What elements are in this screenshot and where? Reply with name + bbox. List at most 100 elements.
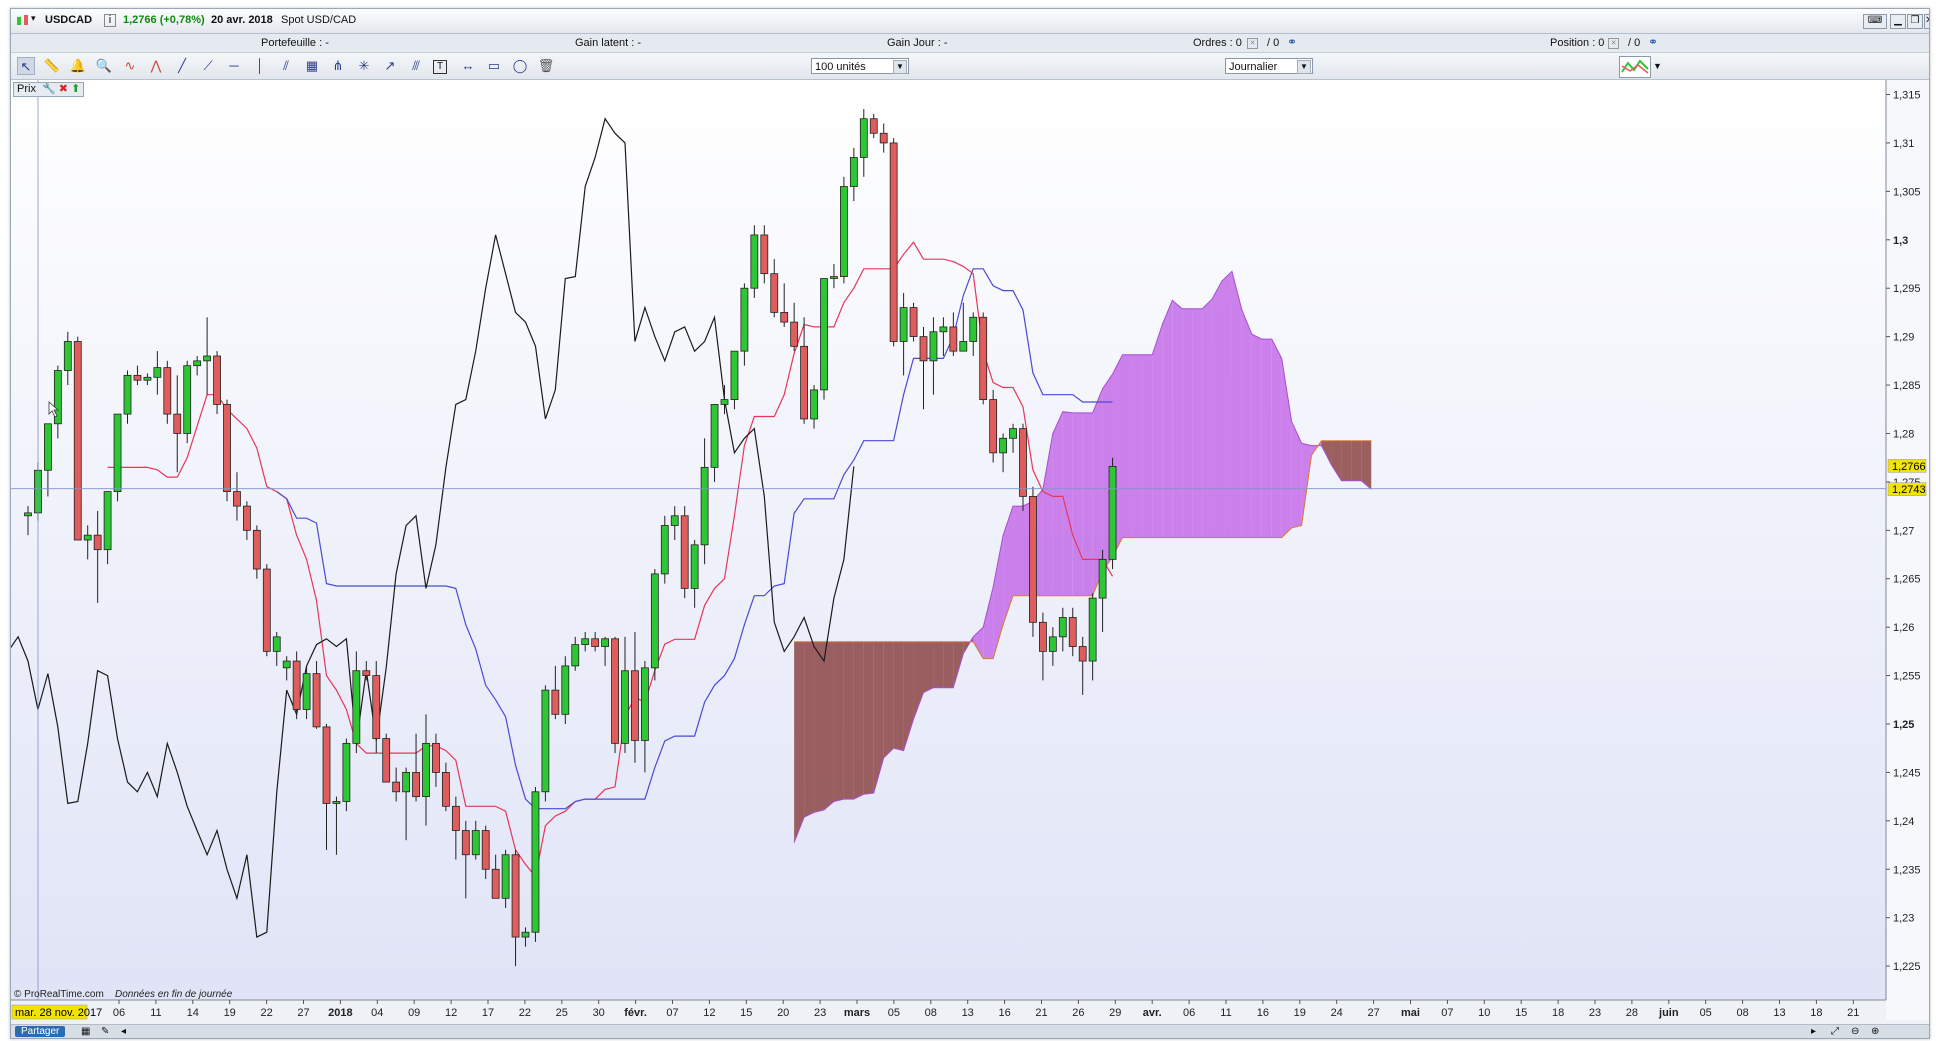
- bearish-candle[interactable]: [451, 805, 460, 831]
- close-icon[interactable]: ✕: [1924, 14, 1929, 29]
- bullish-candle[interactable]: [840, 186, 848, 277]
- share-button[interactable]: Partager: [15, 1026, 66, 1037]
- bullish-candle[interactable]: [123, 374, 132, 415]
- bullish-candle[interactable]: [750, 234, 759, 289]
- bullish-candle[interactable]: [641, 667, 649, 741]
- bullish-candle[interactable]: [820, 278, 828, 391]
- pitchfork-icon[interactable]: ⋔: [329, 57, 347, 75]
- info-icon[interactable]: i: [104, 14, 116, 27]
- bullish-candle[interactable]: [1088, 597, 1097, 662]
- bullish-candle[interactable]: [153, 367, 162, 378]
- bullish-candle[interactable]: [422, 742, 430, 798]
- bearish-candle[interactable]: [760, 234, 769, 275]
- parallel-icon[interactable]: ⫻: [407, 57, 425, 75]
- bullish-candle[interactable]: [1009, 428, 1017, 439]
- waves-icon[interactable]: ∿: [121, 57, 139, 75]
- bullish-candle[interactable]: [44, 423, 52, 471]
- add-icon[interactable]: ⬆: [71, 83, 80, 95]
- bullish-candle[interactable]: [929, 331, 938, 362]
- zoom-out-icon[interactable]: ⊖: [1851, 1026, 1859, 1037]
- bearish-candle[interactable]: [441, 772, 450, 807]
- bullish-candle[interactable]: [272, 636, 281, 652]
- bullish-candle[interactable]: [650, 573, 659, 669]
- bullish-candle[interactable]: [402, 772, 411, 793]
- bullish-candle[interactable]: [342, 742, 351, 802]
- bearish-candle[interactable]: [262, 568, 271, 652]
- bearish-candle[interactable]: [909, 307, 918, 338]
- bullish-candle[interactable]: [939, 326, 948, 333]
- bearish-candle[interactable]: [800, 345, 808, 420]
- alert-bell-icon[interactable]: 🔔: [69, 57, 87, 75]
- bullish-candle[interactable]: [531, 791, 540, 933]
- chart-tab-prix[interactable]: Prix 🔧 ✖ ⬆: [13, 82, 85, 97]
- bullish-candle[interactable]: [541, 689, 550, 793]
- bearish-candle[interactable]: [551, 689, 560, 715]
- horizontal-line-icon[interactable]: ─: [225, 57, 243, 75]
- bullish-candle[interactable]: [352, 670, 361, 744]
- bullish-candle[interactable]: [83, 534, 92, 541]
- scroll-left-icon[interactable]: ◂: [121, 1026, 126, 1037]
- bullish-candle[interactable]: [621, 670, 629, 744]
- bearish-candle[interactable]: [919, 336, 928, 362]
- bearish-candle[interactable]: [680, 515, 689, 589]
- bullish-candle[interactable]: [1108, 465, 1117, 560]
- bearish-candle[interactable]: [461, 830, 470, 856]
- bullish-candle[interactable]: [959, 341, 968, 352]
- bearish-candle[interactable]: [372, 675, 381, 739]
- restore-icon[interactable]: ❐: [1907, 14, 1923, 29]
- chevron-down-icon[interactable]: ▼: [1297, 60, 1311, 74]
- bearish-candle[interactable]: [879, 132, 888, 144]
- bearish-candle[interactable]: [93, 534, 102, 551]
- line-icon[interactable]: ⟋: [199, 57, 217, 75]
- chevron-down-icon[interactable]: ▼: [893, 60, 907, 74]
- layout-icon[interactable]: ▦: [81, 1026, 90, 1037]
- segment-icon[interactable]: ╱: [173, 57, 191, 75]
- bullish-candle[interactable]: [183, 365, 192, 434]
- bearish-candle[interactable]: [631, 670, 639, 741]
- bullish-candle[interactable]: [740, 287, 749, 352]
- bearish-candle[interactable]: [1019, 428, 1027, 497]
- bullish-candle[interactable]: [571, 644, 580, 667]
- rectangle-icon[interactable]: ▭: [485, 57, 503, 75]
- bullish-candle[interactable]: [193, 360, 202, 367]
- bullish-candle[interactable]: [859, 118, 868, 158]
- bearish-candle[interactable]: [989, 399, 998, 454]
- pin-icon[interactable]: ✎: [101, 1026, 109, 1037]
- symbol-label[interactable]: USDCAD: [45, 14, 92, 26]
- bullish-candle[interactable]: [670, 515, 679, 526]
- bearish-candle[interactable]: [1078, 646, 1087, 662]
- bullish-candle[interactable]: [690, 544, 699, 589]
- trash-icon[interactable]: 🗑: [537, 57, 555, 75]
- arrow-icon[interactable]: ↗: [381, 57, 399, 75]
- bearish-candle[interactable]: [780, 312, 789, 323]
- bearish-candle[interactable]: [133, 374, 142, 381]
- bearish-candle[interactable]: [1039, 621, 1047, 652]
- bullish-candle[interactable]: [103, 491, 112, 551]
- orders-close-icon[interactable]: ✕: [1247, 38, 1258, 49]
- symbol-dropdown-icon[interactable]: ▾: [31, 13, 36, 24]
- measure-icon[interactable]: ↔: [459, 57, 477, 75]
- price-chart[interactable]: 1,3151,311,3051,31,2951,291,2851,281,275…: [11, 80, 1929, 1020]
- bearish-candle[interactable]: [889, 142, 898, 342]
- bearish-candle[interactable]: [979, 316, 988, 400]
- bearish-candle[interactable]: [382, 738, 391, 783]
- orders-link-icon[interactable]: ⚭: [1287, 35, 1297, 49]
- bullish-candle[interactable]: [1058, 617, 1067, 638]
- bearish-candle[interactable]: [233, 491, 241, 507]
- bearish-candle[interactable]: [869, 118, 878, 134]
- bearish-candle[interactable]: [1029, 496, 1037, 623]
- bullish-candle[interactable]: [113, 413, 122, 492]
- quantity-select[interactable]: 100 unités ▼: [811, 58, 909, 74]
- bearish-candle[interactable]: [362, 670, 371, 676]
- bearish-candle[interactable]: [242, 505, 251, 531]
- minimize-icon[interactable]: ▁: [1890, 14, 1906, 29]
- ruler-icon[interactable]: 📏: [43, 57, 61, 75]
- bullish-candle[interactable]: [302, 673, 311, 710]
- position-close-icon[interactable]: ✕: [1608, 38, 1619, 49]
- bearish-candle[interactable]: [611, 638, 619, 744]
- fibonacci-icon[interactable]: ▦: [303, 57, 321, 75]
- bearish-candle[interactable]: [770, 273, 779, 313]
- bearish-candle[interactable]: [252, 529, 261, 570]
- bearish-candle[interactable]: [949, 326, 958, 352]
- bullish-candle[interactable]: [24, 512, 32, 517]
